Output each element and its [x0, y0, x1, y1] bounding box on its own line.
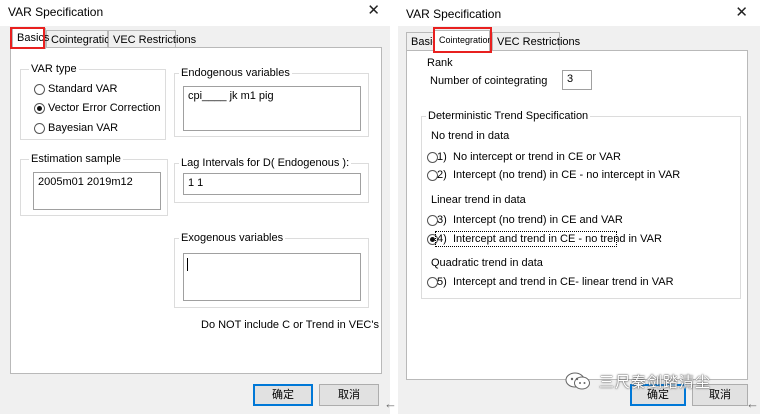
title-bar: VAR Specification ✕ — [398, 0, 760, 26]
trend-group-label: No trend in data — [431, 130, 510, 142]
left-arrow-icon: ← — [384, 396, 397, 411]
var-specification-dialog-basics: VAR Specification ✕ Basics Cointegration… — [0, 0, 390, 414]
cointegrating-rank-input[interactable]: 3 — [562, 70, 592, 90]
var-specification-dialog-cointegration: VAR Specification ✕ Basics Cointegration… — [398, 0, 760, 414]
group-title: Lag Intervals for D( Endogenous ): — [179, 157, 352, 169]
var-type-group: VAR type Standard VAR Vector Error Corre… — [20, 63, 166, 140]
group-title: Exogenous variables — [179, 232, 286, 244]
radio-button[interactable] — [34, 84, 45, 95]
option-number: 5) — [437, 276, 447, 288]
close-icon[interactable]: ✕ — [735, 4, 748, 22]
tab-cointegration[interactable]: Cointegration — [46, 30, 116, 48]
radio-label: Bayesian VAR — [48, 122, 119, 134]
text-caret — [187, 258, 188, 271]
radio-bayesian-var[interactable]: Bayesian VAR — [34, 121, 164, 137]
group-title: Deterministic Trend Specification — [426, 110, 591, 122]
option-number: 2) — [437, 169, 447, 181]
radio-trend-1[interactable]: 1) No intercept or trend in CE or VAR — [427, 150, 727, 166]
endogenous-variables-input[interactable]: cpi____ jk m1 pig — [183, 86, 361, 131]
tab-basics[interactable]: Basics — [406, 32, 443, 50]
radio-label: Intercept (no trend) in CE and VAR — [453, 214, 623, 226]
tab-highlight — [433, 27, 492, 53]
radio-vector-error-correction[interactable]: Vector Error Correction — [34, 101, 164, 117]
left-arrow-icon: ← — [746, 396, 759, 411]
focus-rectangle — [435, 231, 617, 247]
option-number: 1) — [437, 151, 447, 163]
group-title: Endogenous variables — [179, 67, 292, 79]
radio-trend-3[interactable]: 3) Intercept (no trend) in CE and VAR — [427, 213, 727, 229]
ok-button[interactable]: 确定 — [253, 384, 313, 406]
tab-panel-basics: VAR type Standard VAR Vector Error Corre… — [10, 47, 382, 374]
watermark-text: 三尺秦剑踏清尘 — [599, 374, 712, 391]
radio-label: Standard VAR — [48, 83, 118, 95]
estimation-sample-input[interactable]: 2005m01 2019m12 — [33, 172, 161, 210]
radio-label: No intercept or trend in CE or VAR — [453, 151, 621, 163]
cointegrating-label: Number of cointegrating — [430, 75, 548, 87]
trend-group-label: Linear trend in data — [431, 194, 526, 206]
lag-intervals-input[interactable]: 1 1 — [183, 173, 361, 195]
rank-title: Rank — [427, 57, 453, 69]
radio-button[interactable] — [34, 103, 45, 114]
deterministic-trend-group: Deterministic Trend Specification No tre… — [421, 110, 741, 299]
vec-note: Do NOT include C or Trend in VEC's — [201, 319, 379, 331]
group-title: Estimation sample — [29, 153, 123, 165]
trend-group-label: Quadratic trend in data — [431, 257, 543, 269]
dialog-title: VAR Specification — [8, 5, 104, 19]
dialog-title: VAR Specification — [406, 7, 502, 21]
cancel-button[interactable]: 取消 — [319, 384, 379, 406]
radio-trend-2[interactable]: 2) Intercept (no trend) in CE - no inter… — [427, 168, 727, 184]
endogenous-variables-group: Endogenous variables cpi____ jk m1 pig — [174, 67, 369, 137]
tab-vec-restrictions[interactable]: VEC Restrictions — [108, 30, 196, 48]
radio-label: Intercept (no trend) in CE - no intercep… — [453, 169, 681, 181]
radio-standard-var[interactable]: Standard VAR — [34, 82, 164, 98]
tab-highlight — [10, 27, 45, 49]
radio-label: Intercept and trend in CE- linear trend … — [453, 276, 674, 288]
radio-trend-5[interactable]: 5) Intercept and trend in CE- linear tre… — [427, 275, 727, 291]
option-number: 3) — [437, 214, 447, 226]
tab-vec-restrictions[interactable]: VEC Restrictions — [492, 32, 580, 50]
radio-trend-4[interactable]: 4) Intercept and trend in CE - no trend … — [427, 231, 727, 248]
radio-label: Vector Error Correction — [48, 102, 161, 114]
lag-intervals-group: Lag Intervals for D( Endogenous ): 1 1 — [174, 157, 369, 203]
exogenous-variables-input[interactable] — [183, 253, 361, 301]
tab-panel-cointegration: Rank Number of cointegrating 3 Determini… — [406, 50, 748, 380]
estimation-sample-group: Estimation sample 2005m01 2019m12 — [20, 153, 168, 216]
close-icon[interactable]: ✕ — [367, 2, 380, 20]
exogenous-variables-group: Exogenous variables — [174, 232, 369, 308]
group-title: VAR type — [29, 63, 79, 75]
title-bar: VAR Specification ✕ — [0, 0, 390, 26]
wechat-icon — [565, 372, 590, 390]
radio-button[interactable] — [34, 123, 45, 134]
